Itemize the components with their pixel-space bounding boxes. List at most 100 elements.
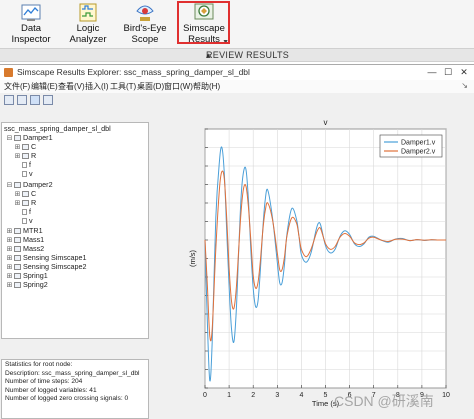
tree-node-label: Mass2 [23, 244, 45, 253]
x-tick-label: 5 [324, 392, 328, 399]
tree-node-mass2[interactable]: ⊞ Mass2 [6, 244, 45, 253]
stats-line: Number of logged zero crossing signals: … [5, 395, 129, 403]
window-titlebar: Simscape Results Explorer: ssc_mass_spri… [0, 65, 474, 80]
edit-icon[interactable] [43, 95, 53, 105]
variable-icon [22, 217, 27, 224]
undock-arrow-icon[interactable]: ↘ [461, 81, 468, 90]
menu-window[interactable]: 窗口(W) [164, 81, 193, 92]
chart-title: v [324, 118, 328, 127]
tree-node-label: Sensing Simscape1 [23, 253, 87, 262]
watermark: CSDN @研溪南 [334, 393, 434, 409]
minimize-button[interactable]: — [424, 65, 440, 80]
tree-node-mass1[interactable]: ⊞ Mass1 [6, 235, 45, 244]
x-tick-label: 2 [251, 392, 255, 399]
results-tree[interactable]: ssc_mass_spring_damper_sl_dbl ⊟ Damper1 ⊞ C ⊞… [1, 122, 149, 339]
tree-node-r[interactable]: ⊞ R [14, 151, 37, 160]
menu-help[interactable]: 帮助(H) [193, 81, 220, 92]
tree-node-label: f [29, 160, 31, 169]
logic-analyzer-icon [79, 3, 97, 22]
legend-label: Damper2.v [401, 149, 436, 156]
x-tick-label: 10 [442, 392, 450, 399]
block-icon [14, 281, 21, 288]
menu-insert[interactable]: 插入(I) [85, 81, 109, 92]
menu-desktop[interactable]: 桌面(D) [137, 81, 164, 92]
tree-node-label: MTR1 [23, 226, 43, 235]
x-tick-label: 4 [299, 392, 303, 399]
tree-node-label: C [31, 142, 37, 151]
x-tick-label: 3 [275, 392, 279, 399]
block-icon [22, 152, 29, 159]
tree-node-c[interactable]: ⊞ C [14, 189, 37, 198]
menu-tools[interactable]: 工具(T) [110, 81, 136, 92]
y-axis-label: (m/s) [188, 249, 197, 267]
menu-bar: 文件(F) 编辑(E) 查看(V) 插入(I) 工具(T) 桌面(D) 窗口(W… [0, 80, 474, 93]
stats-line: Description: ssc_mass_spring_damper_sl_d… [5, 369, 140, 377]
data-inspector-icon [21, 4, 41, 21]
tree-node-label: Damper1 [23, 133, 53, 142]
x-tick-label: 0 [203, 392, 207, 399]
review-results-section: REVIEW RESULTS ▴ [0, 48, 474, 62]
block-icon [14, 245, 21, 252]
collapse-node-icon[interactable]: ⊟ [6, 134, 13, 143]
block-icon [22, 199, 29, 206]
tree-node-f[interactable]: f [14, 207, 31, 216]
tree-node-v[interactable]: v [14, 216, 33, 225]
birds-eye-scope-label-1: Bird's-Eye [123, 23, 167, 34]
data-inspector-label-1: Data [20, 23, 42, 34]
block-icon [14, 254, 21, 261]
statistics-panel: Statistics for root node: Description: s… [1, 359, 149, 419]
tree-node-label: Sensing Simscape2 [23, 262, 87, 271]
tree-node-label: v [29, 216, 33, 225]
collapse-node-icon[interactable]: ⊟ [6, 181, 13, 190]
velocity-plot[interactable]: 0 1 2 3 4 5 6 7 8 9 10vTime (s)(m/s)Damper1.vDampe… [150, 105, 474, 419]
plot-pane: 0 1 2 3 4 5 6 7 8 9 10 v Time (s) (m/s) Damper1.v Dampe… [150, 105, 474, 419]
menu-view[interactable]: 查看(V) [58, 81, 85, 92]
birds-eye-scope-button[interactable]: Bird's-Eye Scope [122, 0, 168, 48]
block-icon [22, 143, 29, 150]
close-button[interactable]: ✕ [456, 65, 472, 80]
tree-node-label: Spring1 [23, 271, 48, 280]
tree-node-label: ssc_mass_spring_damper_sl_dbl [4, 124, 111, 133]
x-tick-label: 1 [227, 392, 231, 399]
refresh-icon[interactable] [4, 95, 14, 105]
layout-icon[interactable] [30, 95, 40, 105]
logic-analyzer-label-1: Logic [76, 23, 100, 34]
tree-node-c[interactable]: ⊞ C [14, 142, 37, 151]
tree-node-r[interactable]: ⊞ R [14, 198, 37, 207]
tree-node-label: R [31, 151, 37, 160]
tree-node-sensing-simscape1[interactable]: ⊞ Sensing Simscape1 [6, 253, 87, 262]
stats-line: Number of logged variables: 41 [5, 386, 97, 394]
birds-eye-scope-icon [136, 5, 154, 21]
tree-node-f[interactable]: f [14, 160, 31, 169]
tree-node-label: f [29, 207, 31, 216]
data-inspector-button[interactable]: Data Inspector [10, 0, 52, 48]
tree-node-damper1[interactable]: ⊟ Damper1 [6, 133, 53, 142]
tree-node-damper2[interactable]: ⊟ Damper2 [6, 180, 53, 189]
explorer-toolbar [0, 93, 120, 107]
birds-eye-scope-label-2: Scope [131, 34, 159, 45]
block-icon [14, 134, 21, 141]
filter-icon[interactable] [17, 95, 27, 105]
logic-analyzer-button[interactable]: Logic Analyzer [68, 0, 108, 48]
tree-node-ssc-mass-spring-damper-sl-dbl[interactable]: ssc_mass_spring_damper_sl_dbl [4, 124, 111, 133]
tree-node-v[interactable]: v [14, 169, 33, 178]
maximize-button[interactable]: ☐ [440, 65, 456, 80]
menu-file[interactable]: 文件(F) [4, 81, 30, 92]
collapse-chevron-icon[interactable]: ▴ [206, 50, 468, 61]
logic-analyzer-label-2: Analyzer [69, 34, 107, 45]
block-icon [14, 227, 21, 234]
tree-node-spring1[interactable]: ⊞ Spring1 [6, 271, 48, 280]
window-title: Simscape Results Explorer: ssc_mass_spri… [17, 67, 250, 77]
data-inspector-label-2: Inspector [11, 34, 51, 45]
tree-node-label: Spring2 [23, 280, 48, 289]
tree-node-label: C [31, 189, 37, 198]
stats-line: Number of time steps: 204 [5, 378, 83, 386]
results-explorer-window: Simscape Results Explorer: ssc_mass_spri… [0, 64, 474, 419]
tree-node-spring2[interactable]: ⊞ Spring2 [6, 280, 48, 289]
tree-node-label: Damper2 [23, 180, 53, 189]
menu-edit[interactable]: 编辑(E) [31, 81, 58, 92]
tree-node-sensing-simscape2[interactable]: ⊞ Sensing Simscape2 [6, 262, 87, 271]
expand-node-icon[interactable]: ⊞ [6, 281, 13, 290]
legend-label: Damper1.v [401, 140, 436, 147]
tree-node-mtr1[interactable]: ⊞ MTR1 [6, 226, 43, 235]
